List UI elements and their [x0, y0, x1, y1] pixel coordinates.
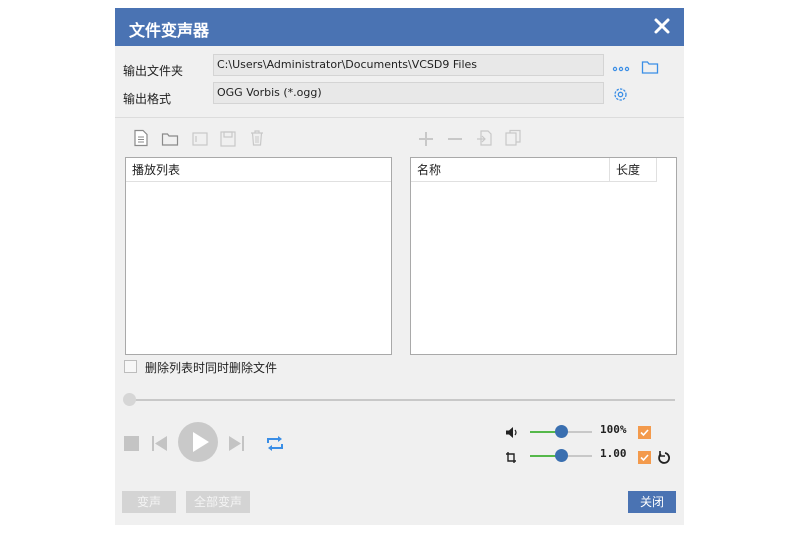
- delete-files-label: 删除列表时同时删除文件: [145, 361, 278, 375]
- tempo-checkbox[interactable]: [638, 451, 651, 464]
- import-file-icon[interactable]: [475, 129, 493, 147]
- output-format-label: 输出格式: [123, 92, 172, 106]
- volume-value: 100%: [600, 423, 627, 436]
- checkmark-icon: [640, 429, 649, 437]
- output-folder-label: 输出文件夹: [123, 64, 184, 78]
- open-folder-icon[interactable]: [641, 59, 659, 75]
- previous-icon[interactable]: [151, 435, 168, 452]
- delete-list-icon[interactable]: [248, 129, 266, 147]
- progress-track[interactable]: [127, 399, 675, 401]
- volume-icon: [506, 427, 517, 438]
- convert-all-button[interactable]: 全部变声: [186, 491, 250, 513]
- reset-icon[interactable]: [657, 450, 671, 465]
- title-bar: 文件变声器: [115, 8, 684, 46]
- copy-file-icon[interactable]: [504, 129, 522, 147]
- output-format-field[interactable]: OGG Vorbis (*.ogg): [213, 82, 604, 104]
- delete-files-checkbox[interactable]: [124, 360, 137, 373]
- stop-icon[interactable]: [124, 436, 139, 451]
- playlist-header: 播放列表: [126, 158, 391, 182]
- checkmark-icon: [640, 454, 649, 462]
- add-file-icon[interactable]: [417, 130, 435, 148]
- play-icon[interactable]: [177, 421, 219, 463]
- tempo-handle[interactable]: [555, 449, 568, 462]
- save-list-icon[interactable]: [219, 130, 237, 148]
- files-panel[interactable]: 名称 长度: [410, 157, 677, 355]
- new-list-icon[interactable]: [132, 129, 150, 147]
- open-list-icon[interactable]: [161, 130, 179, 148]
- column-name-header[interactable]: 名称: [411, 158, 610, 182]
- rename-list-icon[interactable]: [191, 130, 209, 148]
- settings-gear-icon[interactable]: [612, 86, 629, 103]
- progress-handle[interactable]: [123, 393, 136, 406]
- repeat-icon[interactable]: [265, 435, 285, 452]
- convert-button[interactable]: 变声: [122, 491, 176, 513]
- column-length-header[interactable]: 长度: [610, 158, 657, 182]
- voice-changer-dialog: 文件变声器 输出文件夹 C:\Users\Administrator\Docum…: [115, 8, 684, 525]
- next-icon[interactable]: [228, 435, 245, 452]
- output-folder-field[interactable]: C:\Users\Administrator\Documents\VCSD9 F…: [213, 54, 604, 76]
- volume-checkbox[interactable]: [638, 426, 651, 439]
- close-icon[interactable]: [652, 15, 672, 37]
- playlist-panel[interactable]: 播放列表: [125, 157, 392, 355]
- window-title: 文件变声器: [129, 21, 210, 40]
- close-button[interactable]: 关闭: [628, 491, 676, 513]
- remove-file-icon[interactable]: [446, 130, 464, 148]
- volume-handle[interactable]: [555, 425, 568, 438]
- tempo-value: 1.00: [600, 447, 627, 460]
- tempo-icon: [506, 452, 516, 463]
- browse-more-icon[interactable]: [612, 65, 630, 73]
- divider: [115, 117, 684, 118]
